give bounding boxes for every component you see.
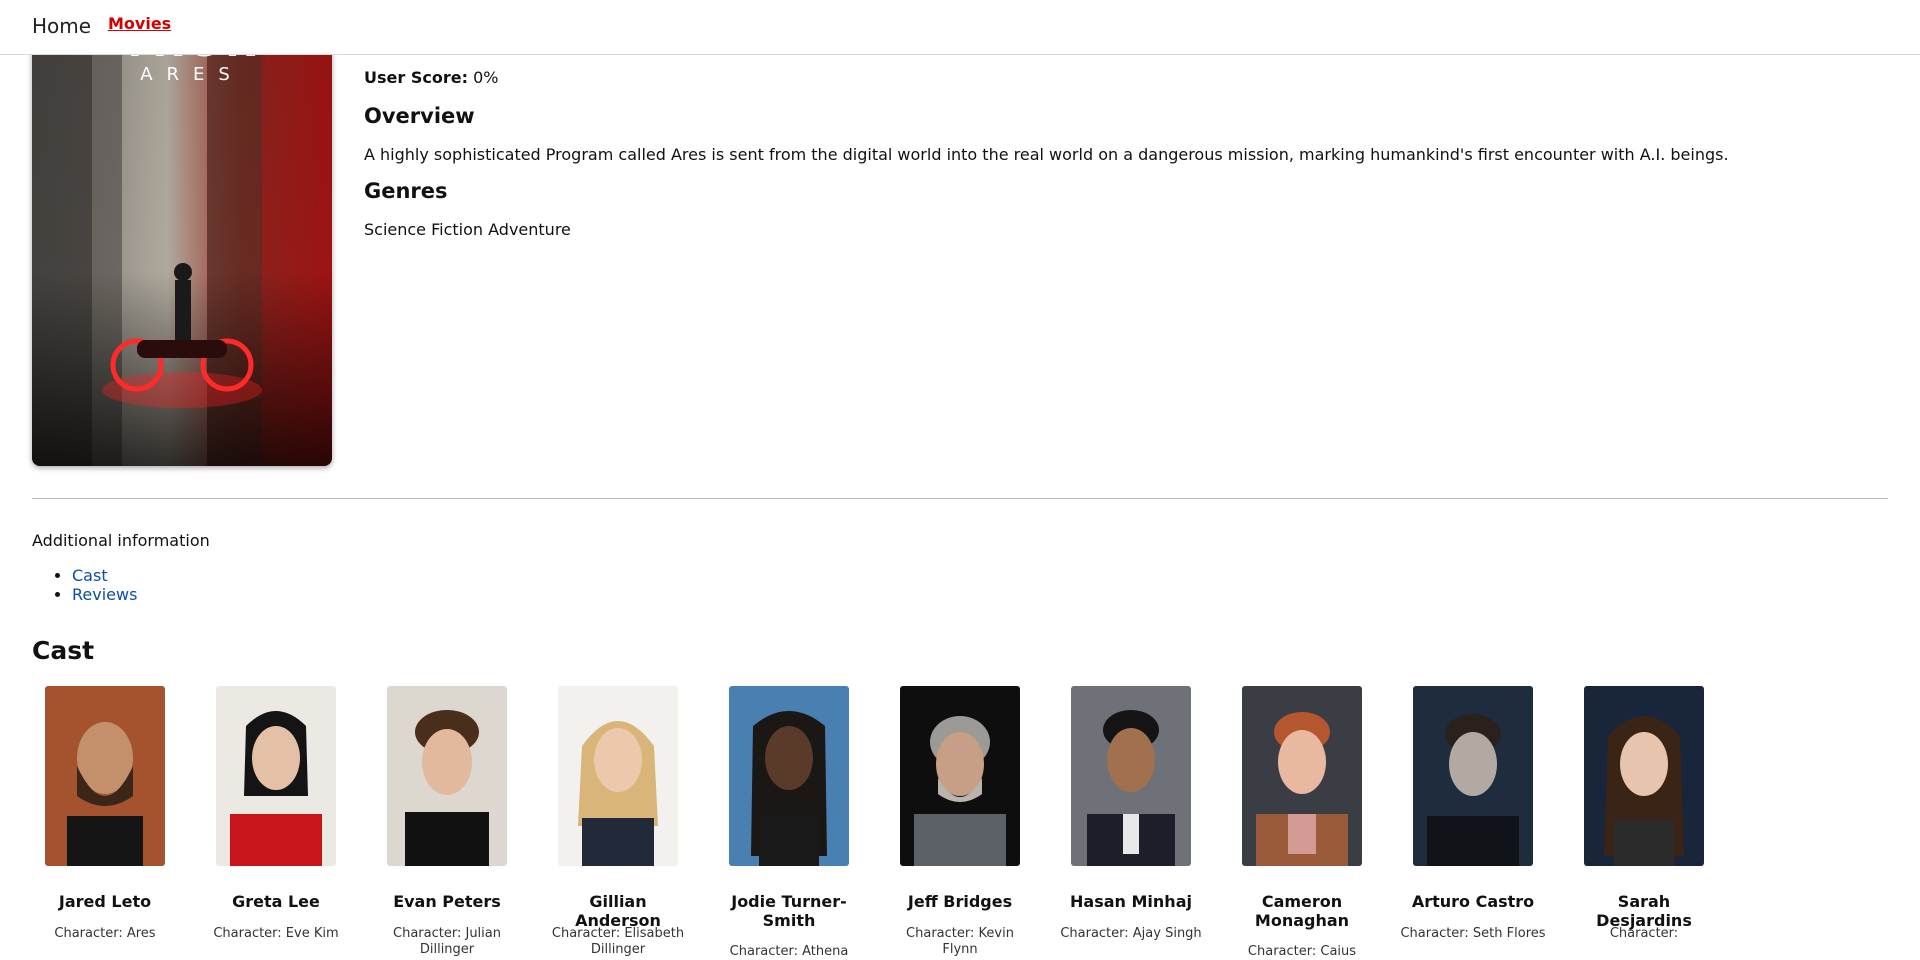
additional-info-title: Additional information [32,531,210,550]
actor-character: Character: Elisabeth Dillinger [551,926,685,957]
actor-character: Character: [1609,926,1679,941]
actor-character: Character: Kevin Flynn [906,926,1014,957]
actor-name: Sarah Desjardins [1596,892,1692,930]
actor-photo [729,686,849,866]
user-score-label: User Score: [364,68,468,87]
list-item: Reviews [72,585,137,604]
cast-link[interactable]: Cast [72,566,108,585]
actor-character: Character: Caius [1247,944,1357,959]
actor-photo [216,686,336,866]
actor-character: Character: Athena [729,944,849,959]
actor-character: Character: Eve Kim [213,926,339,941]
actor-character: Character: Julian Dillinger [393,926,501,957]
list-item: Cast [72,566,137,585]
nav-movies-link[interactable]: Movies [108,14,171,33]
actor-photo [1413,686,1533,866]
user-score: User Score: 0% [364,68,498,87]
overview-heading: Overview [364,104,475,128]
actor-name: Cameron Monaghan [1254,892,1350,930]
genres-heading: Genres [364,179,448,203]
actor-photo [900,686,1020,866]
poster-logo-subtitle: ARES [140,64,244,85]
user-score-value: 0% [473,68,499,87]
actor-character: Character: Seth Flores [1400,926,1546,941]
actor-photo [45,686,165,866]
actor-photo [1242,686,1362,866]
reviews-link[interactable]: Reviews [72,585,137,604]
additional-info-links: Cast Reviews [40,566,137,604]
cast-list: Jared Leto Character: Ares Greta Lee Cha… [32,686,1912,959]
nav-home-link[interactable]: Home [32,14,91,38]
actor-character: Character: Ajay Singh [1060,926,1202,941]
overview-text: A highly sophisticated Program called Ar… [364,145,1729,164]
actor-name: Greta Lee [232,892,320,911]
top-nav: Home Movies [0,0,1920,55]
actor-name: Arturo Castro [1411,892,1535,911]
actor-name: Jared Leto [58,892,152,911]
actor-name: Jodie Turner-Smith [731,892,847,930]
actor-name: Gillian Anderson [575,892,661,930]
section-divider [32,498,1888,499]
movie-poster: TRON ARES [32,0,332,466]
actor-name: Evan Peters [393,892,501,911]
cast-heading: Cast [32,636,95,665]
actor-photo [1071,686,1191,866]
genres-text: Science Fiction Adventure [364,220,571,239]
actor-photo [1584,686,1704,866]
actor-character: Character: Ares [54,926,156,941]
actor-photo [387,686,507,866]
actor-name: Jeff Bridges [907,892,1013,911]
actor-photo [558,686,678,866]
actor-name: Hasan Minhaj [1070,892,1192,911]
